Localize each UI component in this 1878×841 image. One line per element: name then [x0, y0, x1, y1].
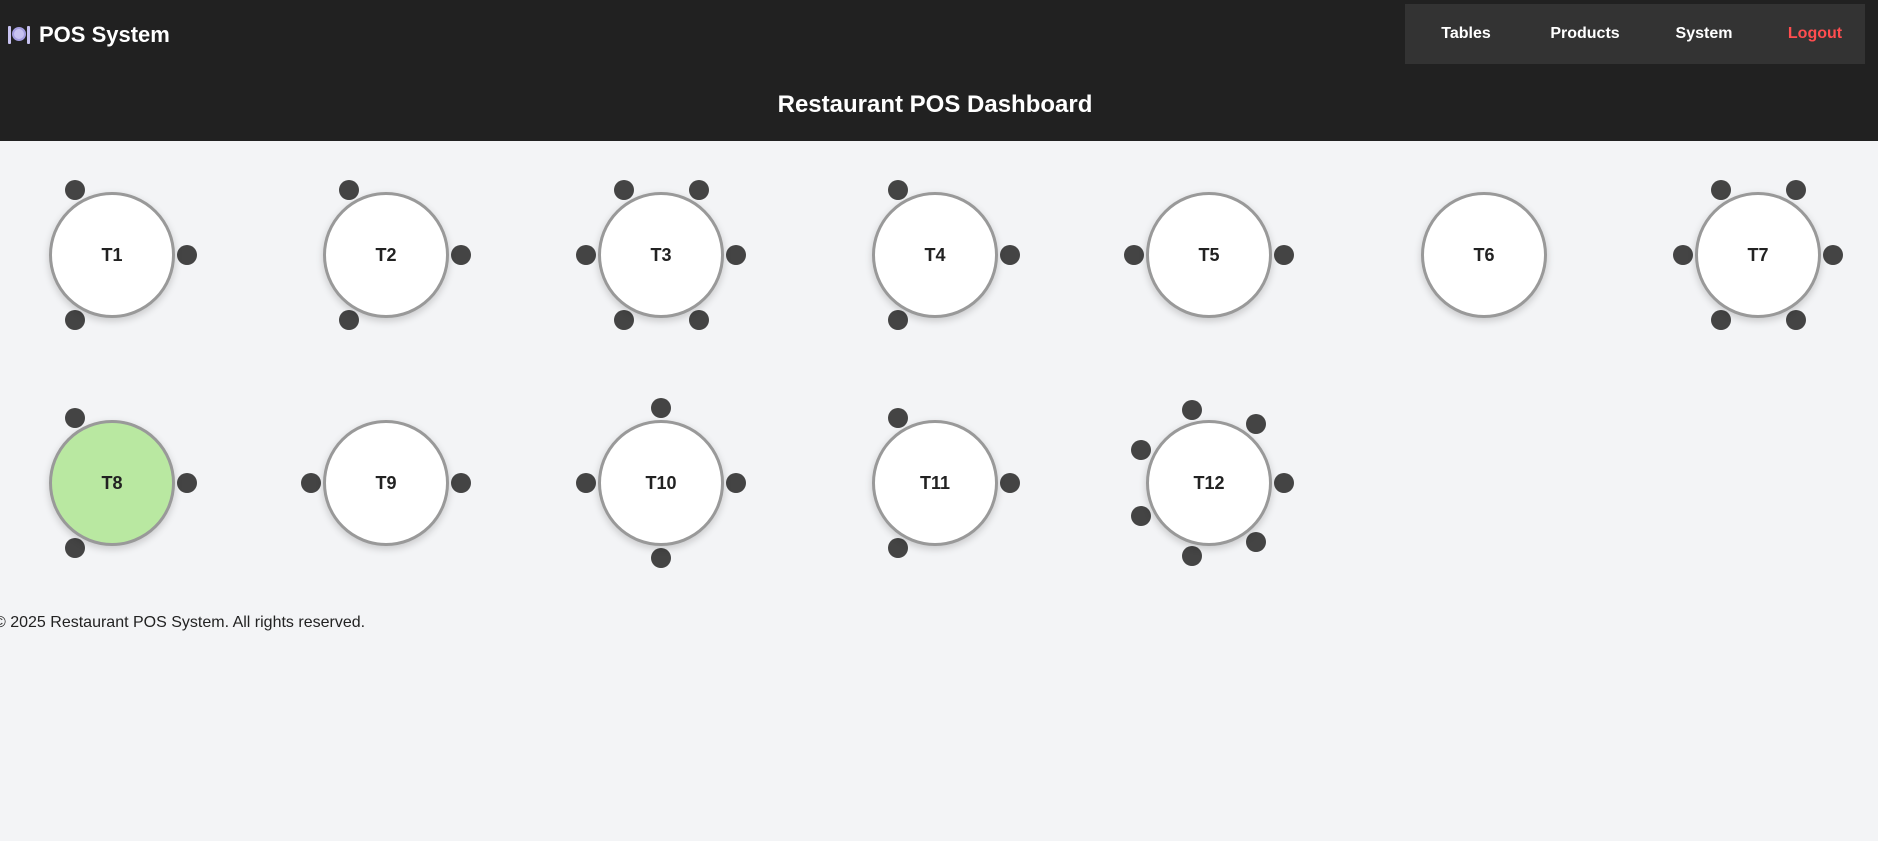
chair-t11-1 — [1000, 473, 1020, 493]
chair-t9-2 — [301, 473, 321, 493]
table-t4[interactable]: T4 — [872, 192, 998, 318]
chair-t2-3 — [338, 309, 359, 330]
chair-t12-2 — [1245, 531, 1266, 552]
nav-menu: Tables Products System Logout — [1405, 4, 1865, 64]
top-navbar: POS System Tables Products System Logout — [0, 0, 1878, 72]
chair-t7-4 — [1673, 245, 1693, 265]
chair-t7-2 — [1785, 309, 1806, 330]
chair-t3-1 — [726, 245, 746, 265]
chair-t12-6 — [1182, 399, 1203, 420]
chair-t12-7 — [1245, 414, 1266, 435]
table-t6[interactable]: T6 — [1421, 192, 1547, 318]
chair-t11-3 — [887, 537, 908, 558]
chair-t7-6 — [1785, 180, 1806, 201]
chair-t7-1 — [1823, 245, 1843, 265]
chair-t12-4 — [1131, 505, 1152, 526]
chair-t7-3 — [1710, 309, 1731, 330]
footer-copyright: © 2025 Restaurant POS System. All rights… — [0, 614, 366, 631]
table-t5[interactable]: T5 — [1146, 192, 1272, 318]
chair-t2-1 — [451, 245, 471, 265]
nav-logout-link[interactable]: Logout — [1783, 4, 1847, 64]
chair-t10-2 — [651, 548, 671, 568]
chair-t1-1 — [177, 245, 197, 265]
brand[interactable]: POS System — [8, 20, 170, 50]
dashboard-header: Restaurant POS Dashboard — [0, 72, 1878, 141]
table-t9[interactable]: T9 — [323, 420, 449, 546]
table-t3[interactable]: T3 — [598, 192, 724, 318]
table-t7[interactable]: T7 — [1695, 192, 1821, 318]
nav-tables-link[interactable]: Tables — [1437, 4, 1495, 64]
chair-t4-1 — [1000, 245, 1020, 265]
chair-t7-5 — [1710, 180, 1731, 201]
chair-t3-6 — [688, 180, 709, 201]
page-title: Restaurant POS Dashboard — [777, 91, 1093, 118]
chair-t1-2 — [64, 180, 85, 201]
table-t10[interactable]: T10 — [598, 420, 724, 546]
chair-t8-1 — [177, 473, 197, 493]
chair-t3-5 — [613, 180, 634, 201]
chair-t4-2 — [887, 180, 908, 201]
chair-t5-1 — [1274, 245, 1294, 265]
chair-t12-3 — [1182, 546, 1203, 567]
plate-utensils-icon — [8, 24, 30, 46]
chair-t10-1 — [726, 473, 746, 493]
chair-t12-5 — [1131, 440, 1152, 461]
chair-t5-2 — [1124, 245, 1144, 265]
chair-t3-3 — [613, 309, 634, 330]
chair-t3-2 — [688, 309, 709, 330]
chair-t3-4 — [576, 245, 596, 265]
chair-t2-2 — [338, 180, 359, 201]
chair-t11-2 — [887, 408, 908, 429]
chair-t9-1 — [451, 473, 471, 493]
table-t12[interactable]: T12 — [1146, 420, 1272, 546]
chair-t10-4 — [651, 398, 671, 418]
chair-t8-3 — [64, 537, 85, 558]
brand-title: POS System — [39, 22, 170, 47]
table-t1[interactable]: T1 — [49, 192, 175, 318]
table-t2[interactable]: T2 — [323, 192, 449, 318]
chair-t12-1 — [1274, 473, 1294, 493]
nav-system-link[interactable]: System — [1672, 4, 1736, 64]
table-floor-plan: T1 T2 T3 T4 T5 T6 T7 T8 T9 T10 T11 T12 — [0, 141, 1878, 601]
chair-t1-3 — [64, 309, 85, 330]
chair-t10-3 — [576, 473, 596, 493]
table-t11[interactable]: T11 — [872, 420, 998, 546]
nav-products-link[interactable]: Products — [1545, 4, 1625, 64]
table-t8[interactable]: T8 — [49, 420, 175, 546]
chair-t8-2 — [64, 408, 85, 429]
chair-t4-3 — [887, 309, 908, 330]
